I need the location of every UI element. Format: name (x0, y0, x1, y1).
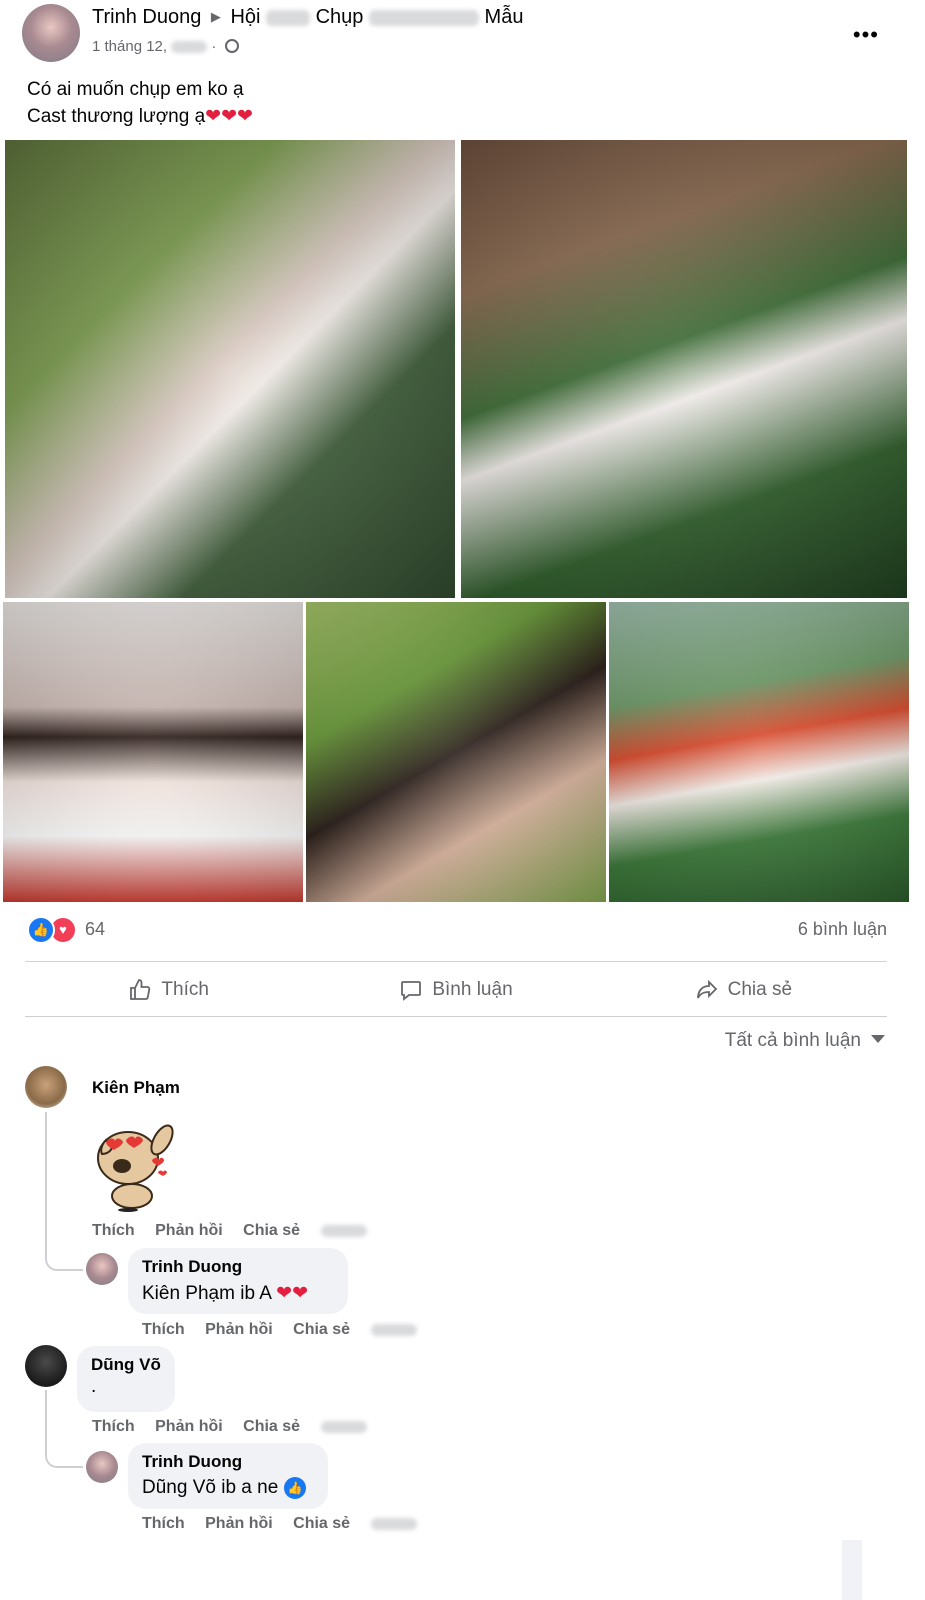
like-label: Thích (161, 979, 209, 1000)
globe-icon (224, 39, 239, 53)
author-name[interactable]: Trinh Duong (92, 6, 201, 28)
redacted-timestamp (370, 1517, 417, 1530)
reply-avatar[interactable] (86, 1451, 118, 1483)
commenter-name[interactable]: Dũng Võ (91, 1355, 161, 1375)
divider (25, 961, 887, 962)
post-card: Trinh Duong ▶ Hội Chụp Mẫu 1 tháng 12, ·… (0, 0, 925, 1570)
post-date[interactable]: 1 tháng 12, (92, 38, 167, 55)
share-icon (696, 979, 717, 999)
more-options-icon[interactable]: ••• (853, 22, 879, 48)
post-text-line-1: Có ai muốn chụp em ko ạ (27, 79, 244, 100)
comment-filter-dropdown[interactable]: Tất cả bình luận (725, 1030, 885, 1052)
page-bottom (0, 1540, 925, 1600)
comment-reply-button[interactable]: Phản hồi (155, 1222, 223, 1239)
reply-text-body: Kiên Phạm ib A (142, 1283, 277, 1304)
comment-share-button[interactable]: Chia sẻ (243, 1222, 300, 1239)
commenter-avatar[interactable] (25, 1066, 67, 1108)
post-actions: Thích Bình luận Chia sẻ (25, 965, 887, 1015)
thread-line (45, 1112, 83, 1271)
comment-actions: Thích Phản hồi Chia sẻ (92, 1418, 383, 1436)
reply-reply-button[interactable]: Phản hồi (205, 1321, 273, 1338)
thread-line (45, 1390, 83, 1468)
reply-bubble: Trinh Duong Kiên Phạm ib A ❤❤ (128, 1248, 348, 1314)
redacted-text (171, 41, 208, 54)
redacted-timestamp (370, 1323, 417, 1336)
post-photo-3[interactable] (3, 602, 303, 902)
group-name-suffix[interactable]: Mẫu (485, 6, 524, 28)
reply-text: Kiên Phạm ib A ❤❤ (142, 1282, 308, 1305)
comment-actions: Thích Phản hồi Chia sẻ (92, 1222, 383, 1240)
share-button[interactable]: Chia sẻ (600, 965, 887, 1015)
reply-reply-button[interactable]: Phản hồi (205, 1515, 273, 1532)
reaction-count[interactable]: 64 (85, 919, 105, 940)
page-background (0, 1540, 842, 1600)
reply-like-button[interactable]: Thích (142, 1515, 185, 1532)
heart-eyes-dog-sticker (92, 1118, 182, 1218)
reply-share-button[interactable]: Chia sẻ (293, 1515, 350, 1532)
reply-actions: Thích Phản hồi Chia sẻ (142, 1321, 433, 1339)
caret-right-icon: ▶ (210, 9, 221, 24)
separator: · (211, 38, 217, 55)
thumbs-up-icon (130, 979, 151, 1000)
reply-author[interactable]: Trinh Duong (142, 1257, 242, 1277)
comments-count[interactable]: 6 bình luận (798, 919, 887, 940)
comment-filter-label: Tất cả bình luận (724, 1030, 861, 1051)
comment-label: Bình luận (432, 979, 513, 1000)
post-photo-5[interactable] (609, 602, 909, 902)
group-name-middle[interactable]: Chụp (316, 6, 364, 28)
heart-emoji-icon: ❤❤ (276, 1283, 308, 1304)
like-button[interactable]: Thích (25, 965, 312, 1015)
page-background (862, 1540, 925, 1600)
redacted-text (266, 9, 311, 26)
comment-bubble: Dũng Võ . (77, 1346, 175, 1412)
reply-avatar[interactable] (86, 1253, 118, 1285)
post-header: Trinh Duong ▶ Hội Chụp Mẫu 1 tháng 12, ·… (22, 4, 925, 62)
divider (25, 1016, 887, 1017)
post-photo-4[interactable] (306, 602, 606, 902)
like-reaction-icon[interactable]: 👍 (284, 1477, 307, 1499)
redacted-timestamp (320, 1224, 367, 1237)
reply-share-button[interactable]: Chia sẻ (293, 1321, 350, 1338)
comment-share-button[interactable]: Chia sẻ (243, 1418, 300, 1435)
group-name-prefix[interactable]: Hội (230, 6, 260, 28)
post-photo-2[interactable] (461, 140, 907, 598)
author-avatar[interactable] (22, 4, 80, 62)
post-text-line-2-text: Cast thương lượng ạ (27, 106, 206, 127)
redacted-text (368, 9, 479, 26)
post-text: Có ai muốn chụp em ko ạ Cast thương lượn… (27, 76, 253, 130)
reply-text-body: Dũng Võ ib a ne (142, 1477, 279, 1498)
heart-emoji-icon: ❤❤❤ (205, 106, 253, 127)
caret-down-icon (871, 1035, 885, 1043)
post-photo-1[interactable] (5, 140, 455, 598)
reply-bubble: Trinh Duong Dũng Võ ib a ne 👍 (128, 1443, 328, 1509)
comment-like-button[interactable]: Thích (92, 1418, 135, 1435)
author-line: Trinh Duong ▶ Hội Chụp Mẫu (92, 6, 523, 29)
comment-icon (401, 981, 422, 1001)
like-reaction-icon: 👍 (27, 916, 55, 944)
redacted-timestamp (320, 1420, 367, 1433)
reply-author[interactable]: Trinh Duong (142, 1452, 242, 1472)
reply-actions: Thích Phản hồi Chia sẻ (142, 1515, 433, 1533)
comment-button[interactable]: Bình luận (312, 965, 599, 1015)
comment-reply-button[interactable]: Phản hồi (155, 1418, 223, 1435)
comment-like-button[interactable]: Thích (92, 1222, 135, 1239)
commenter-name[interactable]: Kiên Phạm (92, 1078, 180, 1098)
reply-text: Dũng Võ ib a ne 👍 (142, 1477, 307, 1499)
commenter-avatar[interactable] (25, 1345, 67, 1387)
post-meta: 1 tháng 12, · (92, 38, 239, 55)
share-label: Chia sẻ (727, 979, 793, 1000)
post-text-line-2: Cast thương lượng ạ❤❤❤ (27, 103, 253, 130)
comment-text: . (91, 1376, 97, 1397)
reply-like-button[interactable]: Thích (142, 1321, 185, 1338)
